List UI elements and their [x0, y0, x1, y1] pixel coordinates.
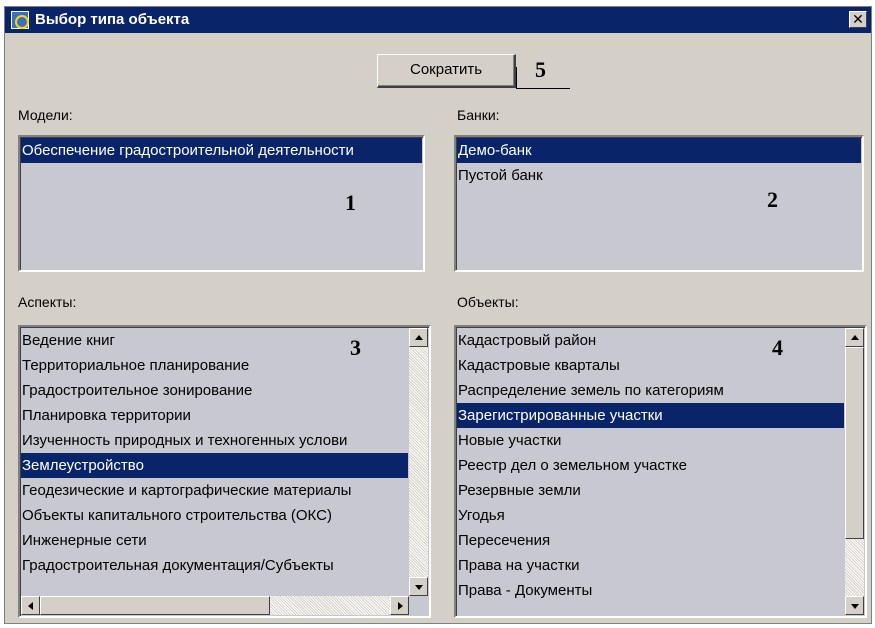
- scroll-left-button[interactable]: [21, 596, 40, 615]
- callout-5: 5: [535, 57, 546, 82]
- window-title: Выбор типа объекта: [35, 11, 190, 28]
- vscroll-thumb[interactable]: [845, 347, 864, 539]
- list-item[interactable]: Изученность природных и техногенных усло…: [21, 428, 408, 453]
- aspects-listbox[interactable]: Ведение книг Территориальное планировани…: [18, 325, 431, 618]
- list-item[interactable]: Градостроительное зонирование: [21, 378, 408, 403]
- list-item[interactable]: Геодезические и картографические материа…: [21, 478, 408, 503]
- list-item[interactable]: Распределение земель по категориям: [457, 378, 844, 403]
- list-item[interactable]: Землеустройство: [21, 453, 408, 478]
- list-item[interactable]: Градостроительная документация/Субъекты: [21, 553, 408, 578]
- callout-5-tick: [516, 67, 517, 89]
- aspects-label: Аспекты:: [18, 294, 77, 310]
- arrow-up-icon: [851, 335, 859, 340]
- scroll-up-button[interactable]: [409, 328, 428, 347]
- callout-4: 4: [772, 335, 783, 360]
- dialog-window: Выбор типа объекта ✕ Сократить 5 Модели:…: [4, 6, 872, 624]
- banks-listbox[interactable]: Демо-банк Пустой банк 2: [454, 135, 864, 272]
- banks-label: Банки:: [457, 107, 500, 123]
- list-item[interactable]: Новые участки: [457, 428, 844, 453]
- models-label: Модели:: [18, 107, 73, 123]
- aspects-hscrollbar[interactable]: [21, 596, 409, 615]
- arrow-left-icon: [28, 602, 33, 610]
- shrink-button[interactable]: Сократить: [377, 54, 516, 88]
- scroll-up-button[interactable]: [845, 328, 864, 347]
- list-item[interactable]: Права - Документы: [457, 578, 844, 603]
- callout-1: 1: [345, 190, 356, 215]
- list-item[interactable]: Зарегистрированные участки: [457, 403, 844, 428]
- callout-3: 3: [350, 335, 361, 360]
- scroll-right-button[interactable]: [390, 596, 409, 615]
- objects-vscrollbar[interactable]: [845, 328, 864, 615]
- callout-2: 2: [767, 187, 778, 212]
- arrow-right-icon: [398, 602, 403, 610]
- list-item[interactable]: Планировка территории: [21, 403, 408, 428]
- aspects-vscrollbar[interactable]: [409, 328, 428, 596]
- app-window-icon: [11, 11, 29, 29]
- list-item[interactable]: Резервные земли: [457, 478, 844, 503]
- list-item[interactable]: Пустой банк: [457, 163, 861, 188]
- hscroll-thumb[interactable]: [40, 596, 270, 615]
- list-item[interactable]: Угодья: [457, 503, 844, 528]
- list-item[interactable]: Пересечения: [457, 528, 844, 553]
- list-item[interactable]: Обеспечение градостроительной деятельнос…: [21, 138, 422, 163]
- list-item[interactable]: Реестр дел о земельном участке: [457, 453, 844, 478]
- list-item[interactable]: Объекты капитального строительства (ОКС): [21, 503, 408, 528]
- scroll-down-button[interactable]: [845, 596, 864, 615]
- list-item[interactable]: Права на участки: [457, 553, 844, 578]
- scroll-down-button[interactable]: [409, 577, 428, 596]
- list-item[interactable]: Кадастровые кварталы: [457, 353, 844, 378]
- objects-listbox[interactable]: Кадастровый район Кадастровые кварталы Р…: [454, 325, 867, 618]
- arrow-up-icon: [415, 335, 423, 340]
- list-item[interactable]: Кадастровый район: [457, 328, 844, 353]
- callout-5-line: [516, 88, 570, 89]
- list-item[interactable]: Демо-банк: [457, 138, 861, 163]
- title-bar[interactable]: Выбор типа объекта ✕: [5, 7, 871, 33]
- objects-label: Объекты:: [457, 294, 519, 310]
- arrow-down-icon: [851, 604, 859, 609]
- close-button[interactable]: ✕: [849, 11, 867, 28]
- models-listbox[interactable]: Обеспечение градостроительной деятельнос…: [18, 135, 425, 272]
- arrow-down-icon: [415, 585, 423, 590]
- list-item[interactable]: Инженерные сети: [21, 528, 408, 553]
